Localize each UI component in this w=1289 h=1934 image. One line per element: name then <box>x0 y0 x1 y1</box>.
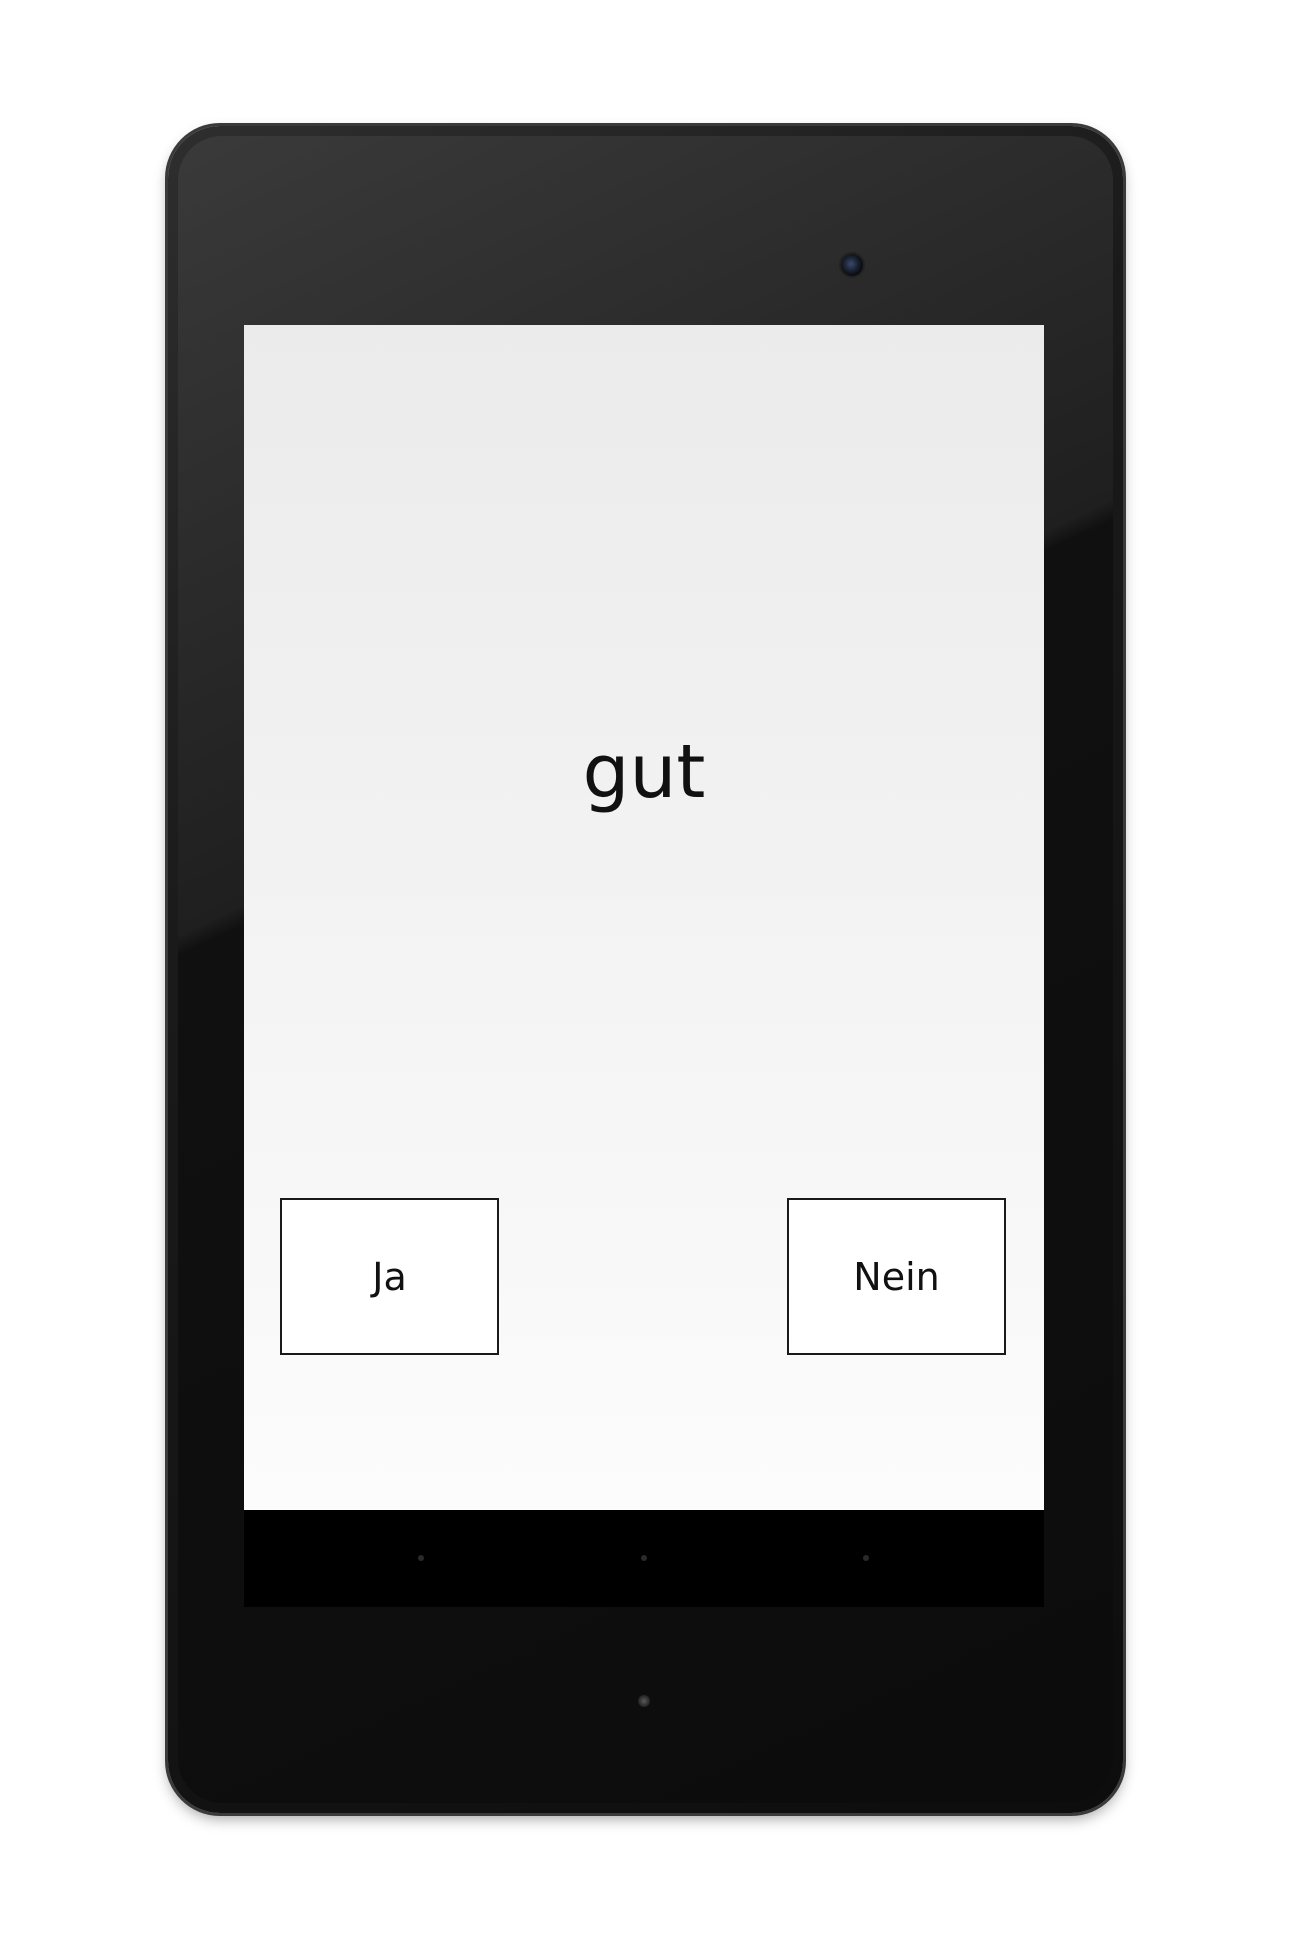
device-screen: gut Ja Nein <box>244 325 1044 1607</box>
system-navigation-bar <box>244 1510 1044 1607</box>
yes-button[interactable]: Ja <box>280 1198 499 1355</box>
prompt-word: gut <box>582 729 706 815</box>
app-content: gut Ja Nein <box>244 325 1044 1510</box>
no-button-label: Nein <box>853 1254 940 1299</box>
recent-apps-icon[interactable] <box>863 1555 869 1561</box>
home-icon[interactable] <box>641 1555 647 1561</box>
yes-button-label: Ja <box>372 1254 407 1299</box>
tablet-device-frame: gut Ja Nein <box>168 126 1123 1813</box>
back-icon[interactable] <box>418 1555 424 1561</box>
notification-led <box>638 1695 650 1707</box>
front-camera <box>841 254 863 276</box>
no-button[interactable]: Nein <box>787 1198 1006 1355</box>
